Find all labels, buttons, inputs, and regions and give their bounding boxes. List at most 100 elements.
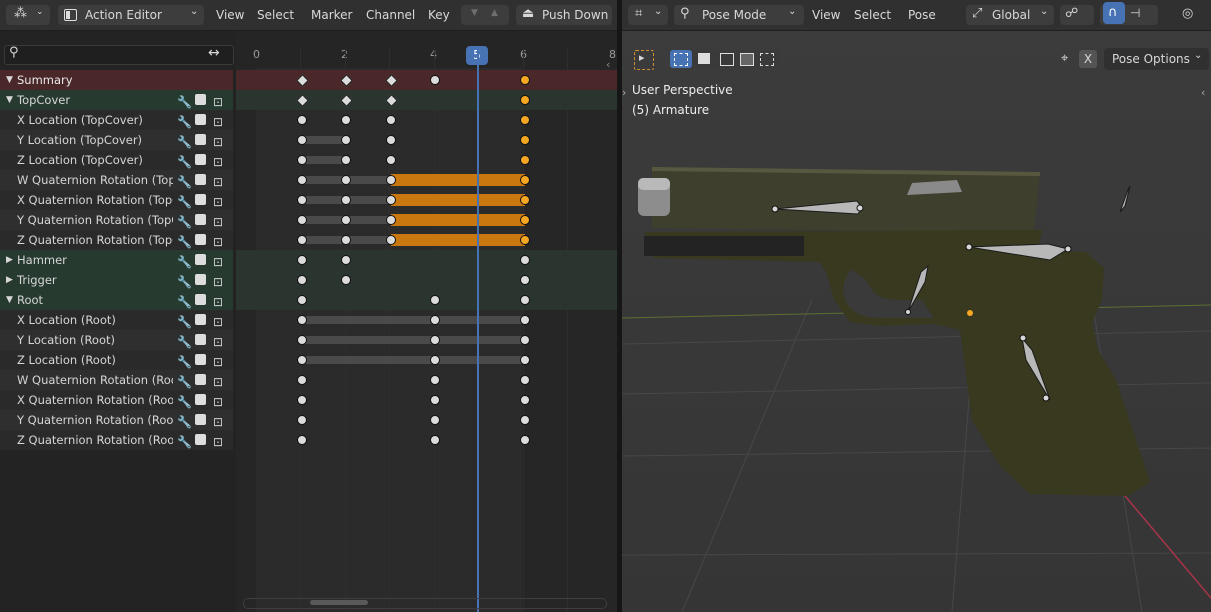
lock-icon[interactable]: ⊡	[213, 432, 223, 450]
mute-checkbox[interactable]	[195, 194, 206, 205]
keyframe[interactable]	[385, 195, 396, 205]
menu-view[interactable]: View	[216, 8, 244, 22]
keyframe[interactable]	[296, 395, 307, 405]
toolbar-toggle-icon[interactable]: ›	[622, 86, 626, 99]
lock-icon[interactable]: ⊡	[213, 172, 223, 190]
modifier-wrench-icon[interactable]: 🔧	[177, 332, 192, 350]
modifier-wrench-icon[interactable]: 🔧	[177, 172, 192, 190]
keyframe-row[interactable]	[236, 430, 617, 450]
snapping-controls[interactable]: ∩ ⊣	[1100, 2, 1158, 25]
channel-row[interactable]: X Quaternion Rotation (Root 🔧 ⊡	[0, 390, 233, 410]
lock-icon[interactable]: ⊡	[213, 312, 223, 330]
lock-icon[interactable]: ⊡	[213, 332, 223, 350]
playhead-line[interactable]	[477, 48, 479, 612]
modifier-wrench-icon[interactable]: 🔧	[177, 392, 192, 410]
group-row[interactable]: ▶ Trigger 🔧 ⊡	[0, 270, 233, 290]
keyframe[interactable]	[519, 335, 530, 345]
mute-checkbox[interactable]	[195, 434, 206, 445]
channel-row[interactable]: X Quaternion Rotation (TopC 🔧 ⊡	[0, 190, 233, 210]
lock-icon[interactable]: ⊡	[213, 392, 223, 410]
menu-select[interactable]: Select	[854, 8, 891, 22]
mute-checkbox[interactable]	[195, 214, 206, 225]
subtract-selection-icon[interactable]	[720, 53, 734, 66]
keyframe-row[interactable]	[236, 90, 617, 110]
channel-row[interactable]: Y Location (TopCover) 🔧 ⊡	[0, 130, 233, 150]
keyframe-row[interactable]	[236, 290, 617, 310]
keyframe-row[interactable]	[236, 70, 617, 90]
keyframe[interactable]	[519, 435, 530, 445]
keyframe[interactable]	[519, 195, 530, 205]
keyframe[interactable]	[296, 315, 307, 325]
menu-pose[interactable]: Pose	[908, 8, 936, 22]
keyframe[interactable]	[385, 175, 396, 185]
lock-icon[interactable]: ⊡	[213, 412, 223, 430]
keyframe[interactable]	[519, 235, 530, 245]
scrollbar-thumb[interactable]	[310, 600, 368, 605]
select-box-tool[interactable]: ▸	[634, 50, 654, 70]
invert-selection-icon[interactable]	[740, 53, 754, 66]
push-down-button[interactable]: ⏏ Push Down	[516, 5, 612, 25]
modifier-wrench-icon[interactable]: 🔧	[177, 312, 192, 330]
keyframe[interactable]	[296, 275, 307, 285]
summary-row[interactable]: ▼ Summary	[0, 70, 233, 90]
keyframe-row[interactable]	[236, 370, 617, 390]
keyframe[interactable]	[385, 215, 396, 225]
sidebar-toggle-icon[interactable]: ‹	[1201, 86, 1205, 99]
modifier-wrench-icon[interactable]: 🔧	[177, 152, 192, 170]
keyframe[interactable]	[519, 315, 530, 325]
menu-key[interactable]: Key	[428, 8, 450, 22]
channel-search-input[interactable]: ⚲	[4, 45, 234, 65]
lock-icon[interactable]: ⊡	[213, 292, 223, 310]
selection-mode-buttons[interactable]	[670, 50, 780, 68]
keyframe[interactable]	[296, 155, 307, 165]
keyframe[interactable]	[296, 335, 307, 345]
menu-view[interactable]: View	[812, 8, 840, 22]
keyframe[interactable]	[296, 215, 307, 225]
horizontal-scrollbar[interactable]	[243, 598, 607, 609]
expand-icon[interactable]: ▶	[6, 270, 13, 290]
collapse-icon[interactable]: ▼	[6, 70, 13, 90]
extend-selection-icon[interactable]	[698, 53, 710, 64]
keyframe[interactable]	[519, 215, 530, 225]
lock-icon[interactable]: ⊡	[213, 132, 223, 150]
keyframe[interactable]	[519, 255, 530, 265]
frame-ruler[interactable]: 0 2 4 6 8 5	[236, 31, 617, 68]
menu-channel[interactable]: Channel	[366, 8, 415, 22]
layer-up-icon[interactable]: ▲	[491, 8, 498, 18]
keyframe[interactable]	[519, 415, 530, 425]
pose-options-dropdown[interactable]: Pose Options ⌄	[1104, 48, 1209, 70]
lock-icon[interactable]: ⊡	[213, 152, 223, 170]
mute-checkbox[interactable]	[195, 254, 206, 265]
modifier-wrench-icon[interactable]: 🔧	[177, 432, 192, 450]
keyframe[interactable]	[519, 395, 530, 405]
keyframe[interactable]	[519, 75, 530, 85]
lock-icon[interactable]: ⊡	[213, 272, 223, 290]
mode-dropdown[interactable]: Action Editor ⌄	[58, 5, 204, 25]
expand-icon[interactable]: ▶	[6, 250, 13, 270]
keyframe[interactable]	[296, 135, 307, 145]
group-row[interactable]: ▼ Root 🔧 ⊡	[0, 290, 233, 310]
mute-checkbox[interactable]	[195, 114, 206, 125]
keyframe[interactable]	[296, 435, 307, 445]
mute-checkbox[interactable]	[195, 174, 206, 185]
channel-row[interactable]: W Quaternion Rotation (Top 🔧 ⊡	[0, 170, 233, 190]
keyframe[interactable]	[296, 355, 307, 365]
mute-checkbox[interactable]	[195, 394, 206, 405]
lock-icon[interactable]: ⊡	[213, 372, 223, 390]
mute-checkbox[interactable]	[195, 94, 206, 105]
collapse-icon[interactable]: ▼	[6, 90, 13, 110]
lock-icon[interactable]: ⊡	[213, 352, 223, 370]
modifier-wrench-icon[interactable]: 🔧	[177, 252, 192, 270]
mute-checkbox[interactable]	[195, 294, 206, 305]
modifier-wrench-icon[interactable]: 🔧	[177, 372, 192, 390]
layer-down-icon[interactable]: ▼	[471, 8, 478, 18]
keyframe-row[interactable]	[236, 130, 617, 150]
lock-icon[interactable]: ⊡	[213, 92, 223, 110]
keyframe[interactable]	[296, 235, 307, 245]
lock-icon[interactable]: ⊡	[213, 252, 223, 270]
lock-icon[interactable]: ⊡	[213, 112, 223, 130]
keyframe[interactable]	[519, 95, 530, 105]
channel-row[interactable]: Y Location (Root) 🔧 ⊡	[0, 330, 233, 350]
keyframe-row[interactable]	[236, 150, 617, 170]
keyframe-row[interactable]	[236, 250, 617, 270]
